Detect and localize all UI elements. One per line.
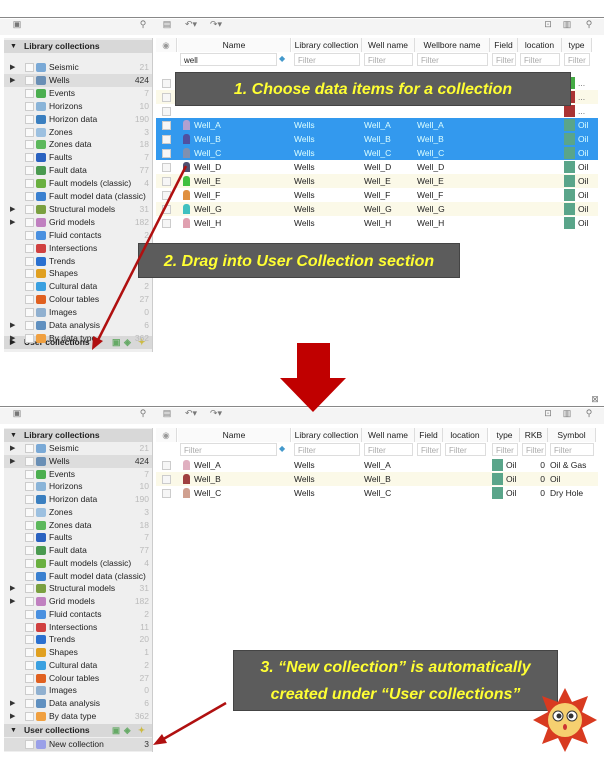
annotation-overlay: [92, 165, 597, 752]
sun-mascot-icon: [533, 688, 597, 752]
drag-arrow-line: [95, 165, 188, 343]
pointer-arrow-line: [159, 701, 227, 743]
down-arrow-icon: [280, 343, 346, 412]
arrowhead-icon: [153, 734, 167, 745]
arrowhead-icon: [92, 336, 103, 350]
